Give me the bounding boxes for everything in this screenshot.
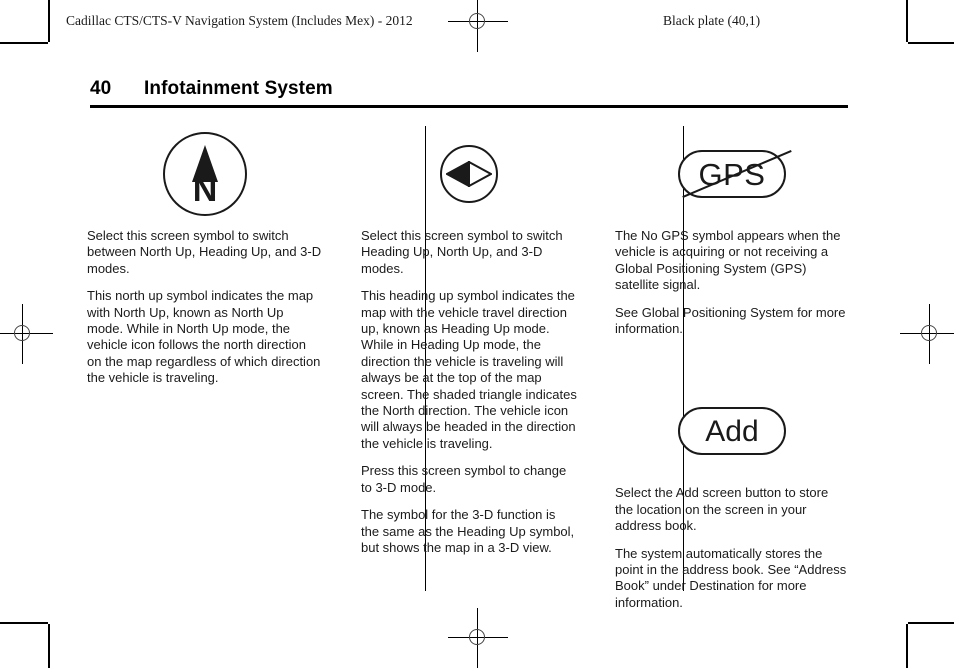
- figure-no-gps-symbol: GPS: [615, 126, 849, 222]
- page-title-rule: [90, 105, 848, 108]
- manual-page: Cadillac CTS/CTS-V Navigation System (In…: [0, 0, 954, 668]
- running-head-left: Cadillac CTS/CTS-V Navigation System (In…: [66, 13, 413, 28]
- trim-mark-top-left-vertical: [48, 0, 50, 42]
- trim-mark-top-left-horizontal: [0, 42, 48, 44]
- page-title: Infotainment System: [144, 78, 333, 99]
- trim-mark-bottom-left-vertical: [48, 624, 50, 668]
- registration-mark-bottom: [448, 608, 508, 668]
- north-up-icon: N: [163, 132, 247, 216]
- north-letter: N: [192, 171, 218, 209]
- paragraph: This heading up symbol indicates the map…: [361, 288, 577, 451]
- trim-mark-bottom-right-horizontal: [908, 622, 954, 624]
- trim-mark-bottom-left-horizontal: [0, 622, 48, 624]
- registration-mark-top: [448, 0, 508, 52]
- figure-heading-up-symbol: [361, 126, 577, 222]
- paragraph: See Global Positioning System for more i…: [615, 304, 846, 337]
- add-button-label: Add: [705, 414, 759, 448]
- figure-north-up-symbol: N: [87, 126, 323, 222]
- heading-diamond-icon: [446, 161, 492, 187]
- heading-up-icon: [440, 145, 498, 203]
- page-header: 40 Infotainment System: [90, 78, 848, 108]
- no-gps-icon: GPS: [678, 150, 792, 198]
- add-button[interactable]: Add: [678, 407, 786, 456]
- paragraph: The No GPS symbol appears when the vehic…: [615, 228, 841, 293]
- trim-mark-top-right-vertical: [906, 0, 908, 42]
- figure-add-button: Add: [615, 383, 849, 479]
- paragraph: Select the Add screen button to store th…: [615, 485, 829, 534]
- registration-mark-right: [900, 304, 954, 364]
- paragraph: Press this screen symbol to change to 3-…: [361, 463, 567, 495]
- body-columns: N Select this screen symbol to switch be…: [87, 126, 851, 610]
- column-gps-and-add: GPS The No GPS symbol appears when the v…: [595, 126, 849, 610]
- paragraph: This north up symbol indicates the map w…: [87, 288, 321, 386]
- paragraph: The system automatically stores the poin…: [615, 545, 847, 610]
- column-heading-up: Select this screen symbol to switch Head…: [341, 126, 595, 591]
- column-north-up: N Select this screen symbol to switch be…: [87, 126, 341, 591]
- paragraph: Select this screen symbol to switch Head…: [361, 228, 563, 276]
- running-head-right: Black plate (40,1): [663, 13, 761, 28]
- trim-mark-top-right-horizontal: [908, 42, 954, 44]
- paragraph: The symbol for the 3-D function is the s…: [361, 507, 575, 555]
- paragraph: Select this screen symbol to switch betw…: [87, 228, 322, 276]
- trim-mark-bottom-right-vertical: [906, 624, 908, 668]
- page-number: 40: [90, 78, 112, 99]
- registration-mark-left: [0, 304, 53, 364]
